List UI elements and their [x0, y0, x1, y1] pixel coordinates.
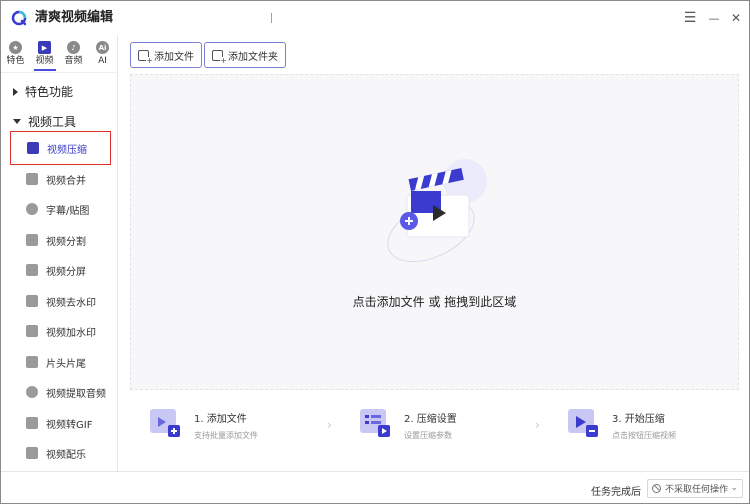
step-compress-settings: 2. 压缩设置 设置压缩参数 [358, 405, 457, 449]
step-title: 2. 压缩设置 [404, 414, 457, 425]
start-step-icon [568, 409, 598, 437]
add-folder-button[interactable]: 添加文件夹 [204, 42, 286, 68]
music-icon [26, 447, 38, 459]
chevron-right-icon: › [327, 418, 332, 432]
sidebar: ★ 特色 ▶ 视频 ♪ 音频 Ai AI 特色功能 视频工具 视频压缩 视频合并… [1, 35, 118, 471]
sidebar-item-label: 视频提取音频 [46, 388, 106, 400]
sidebar-item-label: 视频合并 [46, 175, 86, 187]
extract-audio-icon [26, 386, 38, 398]
sidebar-item-label: 视频配乐 [46, 449, 86, 461]
button-label: 添加文件夹 [228, 51, 278, 63]
add-watermark-icon [26, 325, 38, 337]
app-logo-icon [11, 10, 27, 26]
sidebar-item-label: 视频加水印 [46, 327, 96, 339]
menu-icon[interactable]: ☰ [681, 9, 699, 27]
step-title: 1. 添加文件 [194, 414, 247, 425]
chevron-down-icon [13, 119, 21, 124]
tab-audio[interactable]: ♪ 音频 [59, 37, 88, 71]
tab-label: 视频 [35, 56, 54, 66]
sidebar-item-extract-audio[interactable]: 视频提取音频 [10, 375, 111, 409]
step-description: 设置压缩参数 [404, 431, 452, 440]
intro-outro-icon [26, 356, 38, 368]
video-icon: ▶ [38, 41, 51, 54]
divider [1, 72, 117, 73]
title-divider [271, 13, 272, 23]
sidebar-item-label: 片头片尾 [46, 358, 86, 370]
add-file-step-icon [150, 409, 180, 437]
ai-icon: Ai [96, 41, 109, 54]
sidebar-item-merge[interactable]: 视频合并 [10, 162, 111, 196]
category-tabs: ★ 特色 ▶ 视频 ♪ 音频 Ai AI [1, 37, 117, 71]
section-featured[interactable]: 特色功能 [13, 83, 73, 100]
after-task-select[interactable]: 不采取任何操作 ⌄ [647, 479, 743, 498]
tab-video[interactable]: ▶ 视频 [30, 37, 59, 71]
app-title: 清爽视频编辑 [35, 10, 114, 25]
settings-step-icon [360, 409, 390, 437]
add-file-button[interactable]: 添加文件 [130, 42, 202, 68]
step-start-compress: 3. 开始压缩 点击按钮压缩视频 [566, 405, 676, 449]
section-label: 特色功能 [25, 85, 74, 99]
drop-zone-text: 点击添加文件 或 拖拽到此区域 [352, 295, 517, 309]
chevron-right-icon [13, 87, 18, 96]
sidebar-item-label: 视频压缩 [47, 144, 87, 156]
remove-watermark-icon [26, 295, 38, 307]
sidebar-item-remove-watermark[interactable]: 视频去水印 [10, 284, 111, 318]
sidebar-item-label: 视频去水印 [46, 297, 96, 309]
compress-icon [27, 142, 39, 154]
drop-zone[interactable]: 点击添加文件 或 拖拽到此区域 [130, 74, 739, 390]
sidebar-item-label: 视频分屏 [46, 266, 86, 278]
step-title: 3. 开始压缩 [612, 414, 665, 425]
split-screen-icon [26, 264, 38, 276]
split-icon [26, 234, 38, 246]
gif-icon [26, 417, 38, 429]
step-add-file: 1. 添加文件 支持批量添加文件 [148, 405, 258, 449]
sidebar-item-gif[interactable]: 视频转GIF [10, 406, 111, 440]
merge-icon [26, 173, 38, 185]
chevron-right-icon: › [535, 418, 540, 432]
sidebar-item-intro-outro[interactable]: 片头片尾 [10, 345, 111, 379]
sidebar-item-add-watermark[interactable]: 视频加水印 [10, 314, 111, 348]
sidebar-item-split-screen[interactable]: 视频分屏 [10, 253, 111, 287]
sidebar-item-label: 字幕/贴图 [46, 205, 90, 217]
section-video-tools[interactable]: 视频工具 [13, 113, 76, 130]
sidebar-item-music[interactable]: 视频配乐 [10, 436, 111, 470]
sidebar-item-label: 视频转GIF [46, 419, 93, 431]
step-description: 支持批量添加文件 [194, 431, 258, 440]
star-icon: ★ [9, 41, 22, 54]
close-button[interactable]: ✕ [727, 9, 745, 27]
sidebar-item-split[interactable]: 视频分割 [10, 223, 111, 257]
after-task-label: 任务完成后 [591, 487, 641, 498]
tab-label: 音频 [64, 56, 83, 66]
ban-icon [652, 484, 661, 493]
tab-label: 特色 [6, 56, 25, 66]
tab-ai[interactable]: Ai AI [88, 37, 117, 71]
sidebar-item-subtitle[interactable]: 字幕/贴图 [10, 192, 111, 226]
title-bar: 清爽视频编辑 ☰ — ✕ [1, 1, 749, 35]
active-tab-indicator [34, 69, 56, 71]
subtitle-icon [26, 203, 38, 215]
add-file-icon [138, 49, 153, 65]
step-description: 点击按钮压缩视频 [612, 431, 676, 440]
tab-label: AI [98, 56, 107, 66]
status-bar: 任务完成后 不采取任何操作 ⌄ [1, 471, 749, 503]
add-folder-icon [212, 49, 227, 65]
button-label: 添加文件 [154, 51, 194, 63]
clapperboard-icon [387, 159, 487, 263]
chevron-down-icon: ⌄ [730, 483, 738, 493]
minimize-button[interactable]: — [705, 9, 723, 27]
audio-icon: ♪ [67, 41, 80, 54]
sidebar-item-label: 视频分割 [46, 236, 86, 248]
section-label: 视频工具 [28, 115, 77, 129]
select-value: 不采取任何操作 [665, 485, 729, 495]
app-window: 清爽视频编辑 ☰ — ✕ ★ 特色 ▶ 视频 ♪ 音频 Ai AI 特色功能 视… [0, 0, 750, 504]
sidebar-item-compress[interactable]: 视频压缩 [10, 131, 111, 165]
tab-featured[interactable]: ★ 特色 [1, 37, 30, 71]
